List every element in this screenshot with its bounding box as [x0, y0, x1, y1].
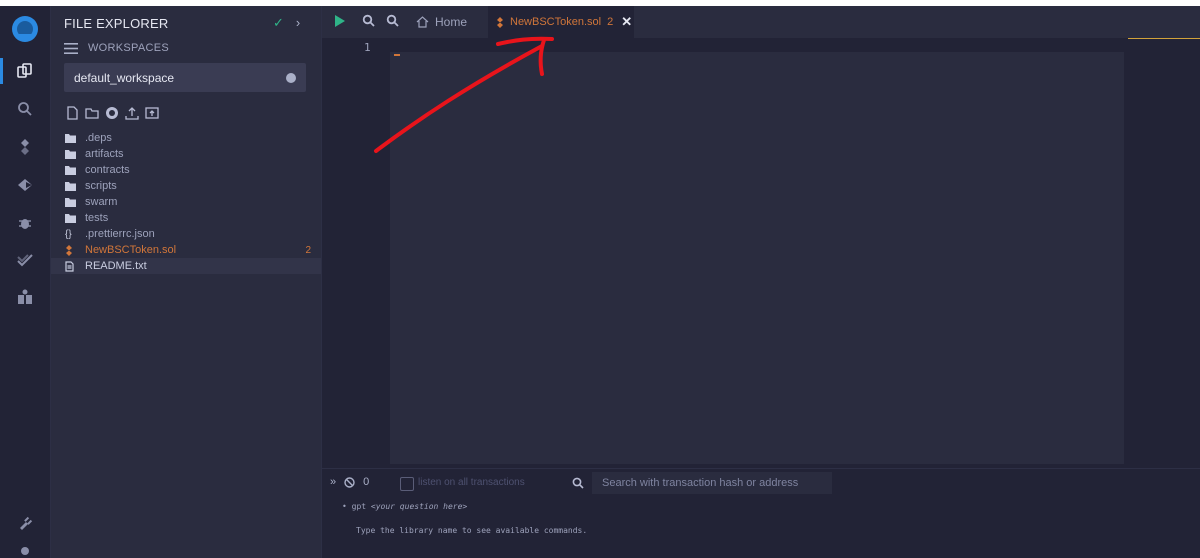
testing-icon[interactable]: [12, 248, 38, 274]
run-button[interactable]: [334, 14, 346, 28]
zoom-in-icon: [362, 14, 375, 27]
tree-item-label: .deps: [85, 132, 112, 144]
tree-item-artifacts[interactable]: artifacts: [51, 146, 321, 162]
listen-all-checkbox[interactable]: [400, 477, 414, 491]
tree-item-contracts[interactable]: contracts: [51, 162, 321, 178]
tree-item-label: NewBSCToken.sol: [85, 244, 177, 256]
workspace-select[interactable]: default_workspace: [64, 63, 306, 92]
scroll-indicator: [1128, 38, 1200, 39]
folder-icon: [65, 165, 81, 175]
editor-topbar: Home NewBSCToken.sol 2 ✕: [322, 6, 1200, 38]
code-editor[interactable]: [390, 52, 1124, 464]
solidity-file-icon: [65, 244, 81, 256]
folder-icon: [65, 133, 81, 143]
home-icon: [416, 16, 429, 28]
plug-icon[interactable]: [12, 510, 38, 536]
line-gutter: 1: [322, 38, 390, 464]
search-icon[interactable]: [12, 96, 38, 122]
tree-item-label: artifacts: [85, 148, 124, 160]
tree-item-label: README.txt: [85, 260, 147, 272]
terminal-hint: <your question here>: [370, 502, 468, 511]
file-explorer-panel: FILE EXPLORER ✓ › WORKSPACES default_wor…: [51, 6, 322, 558]
zoom-out-button[interactable]: [386, 14, 399, 27]
panel-header-actions: ✓ ›: [273, 15, 300, 31]
file-tree: .deps artifacts contracts scripts swarm …: [51, 130, 321, 274]
folder-icon: [65, 181, 81, 191]
tree-item-scripts[interactable]: scripts: [51, 178, 321, 194]
tab-home[interactable]: Home: [416, 15, 467, 29]
hamburger-menu-icon[interactable]: [64, 42, 78, 54]
clear-console-icon[interactable]: [344, 476, 355, 488]
tree-item-swarm[interactable]: swarm: [51, 194, 321, 210]
remix-ide: FILE EXPLORER ✓ › WORKSPACES default_wor…: [0, 6, 1200, 558]
tab-error-badge: 2: [607, 16, 614, 28]
text-cursor: [394, 54, 400, 56]
deploy-run-icon[interactable]: [12, 172, 38, 198]
tab-newbsctoken[interactable]: NewBSCToken.sol 2 ✕: [488, 6, 634, 38]
tree-item-deps[interactable]: .deps: [51, 130, 321, 146]
terminal-controls: » 0: [330, 476, 369, 488]
github-icon[interactable]: [105, 106, 119, 120]
tree-item-newbsctoken[interactable]: NewBSCToken.sol 2: [51, 242, 321, 258]
plugin-manager-icon[interactable]: [12, 284, 38, 310]
terminal-prefix: • gpt: [342, 502, 371, 511]
icon-rail: [0, 6, 51, 558]
terminal-toolbar: » 0 listen on all transactions: [322, 468, 1200, 497]
tree-item-tests[interactable]: tests: [51, 210, 321, 226]
workspaces-header[interactable]: WORKSPACES: [64, 42, 169, 54]
tree-item-prettierrc[interactable]: {} .prettierrc.json: [51, 226, 321, 242]
upload-folder-icon[interactable]: [145, 106, 159, 120]
text-file-icon: [65, 260, 81, 272]
workspaces-label: WORKSPACES: [88, 42, 170, 54]
solidity-compiler-icon[interactable]: [12, 134, 38, 160]
terminal-search-icon: [572, 476, 584, 494]
settings-icon[interactable]: [12, 544, 38, 558]
debugger-icon[interactable]: [12, 210, 38, 236]
solidity-file-icon: [497, 16, 503, 28]
zoom-out-icon: [386, 14, 399, 27]
tree-item-readme[interactable]: README.txt: [51, 258, 321, 274]
listen-all-label: listen on all transactions: [418, 477, 525, 488]
tree-item-label: swarm: [85, 196, 118, 208]
folder-icon: [65, 213, 81, 223]
file-actions-toolbar: [65, 106, 159, 120]
line-number: 1: [364, 41, 371, 54]
collapse-panel-icon[interactable]: ›: [296, 15, 300, 31]
verified-check-icon: ✓: [273, 15, 284, 30]
json-file-icon: {}: [65, 228, 72, 240]
upload-file-icon[interactable]: [125, 106, 139, 120]
error-count-badge: 2: [305, 244, 311, 256]
folder-icon: [65, 197, 81, 207]
play-icon: [335, 15, 345, 27]
collapse-terminal-icon[interactable]: »: [330, 476, 336, 488]
transaction-search-input[interactable]: [592, 472, 832, 494]
tree-item-label: .prettierrc.json: [85, 228, 155, 240]
tab-home-label: Home: [435, 15, 468, 29]
folder-icon: [65, 149, 81, 159]
workspace-select-value: default_workspace: [74, 70, 175, 85]
editor-area: Home NewBSCToken.sol 2 ✕ 1 » 0 listen on…: [322, 6, 1200, 558]
tree-item-label: contracts: [85, 164, 130, 176]
tree-item-label: tests: [85, 212, 109, 224]
file-explorer-icon[interactable]: [12, 58, 38, 84]
remix-logo-icon[interactable]: [10, 14, 40, 44]
active-indicator: [0, 58, 3, 84]
panel-title: FILE EXPLORER: [64, 16, 169, 31]
zoom-in-button[interactable]: [362, 14, 375, 27]
terminal-line: Type the library name to see available c…: [356, 526, 588, 535]
dropdown-icon: [286, 72, 296, 83]
tree-item-label: scripts: [85, 180, 117, 192]
terminal-output[interactable]: • gpt <your question here> Type the libr…: [322, 496, 1200, 558]
pending-tx-count: 0: [363, 476, 370, 488]
terminal-line: • gpt <your question here>: [342, 502, 467, 511]
close-tab-icon[interactable]: ✕: [621, 14, 632, 30]
new-folder-icon[interactable]: [85, 106, 99, 120]
tab-label: NewBSCToken.sol: [510, 16, 602, 28]
new-file-icon[interactable]: [65, 106, 79, 120]
